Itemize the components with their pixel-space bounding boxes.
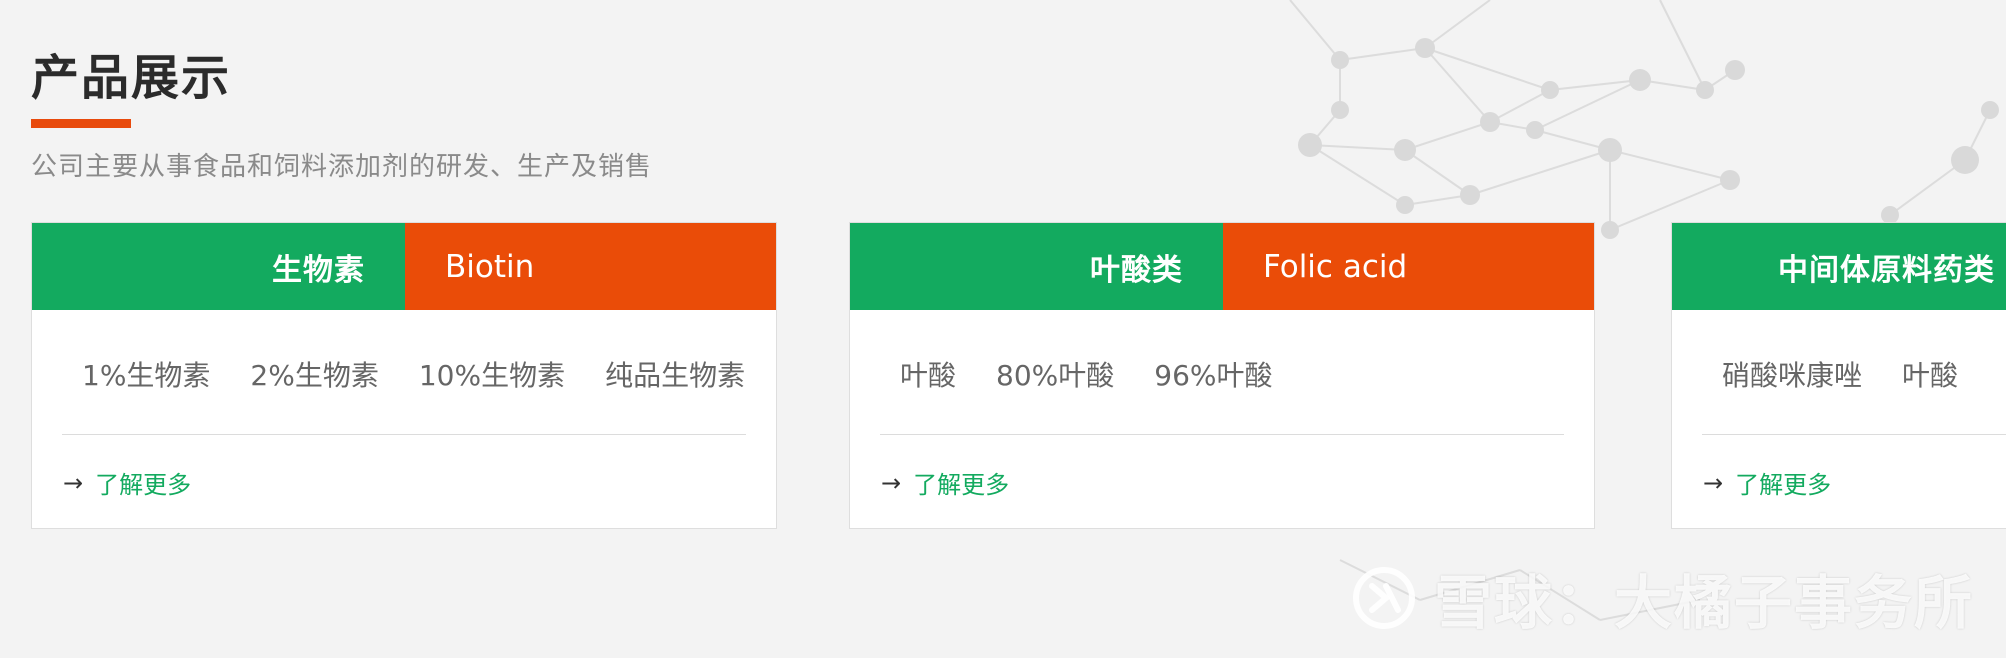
product-item[interactable]: 80%叶酸 [996, 354, 1114, 394]
product-item[interactable]: 叶酸 [900, 354, 956, 394]
card-header[interactable]: 叶酸类 Folic acid [850, 223, 1594, 310]
product-list: 叶酸 80%叶酸 96%叶酸 [850, 354, 1594, 394]
category-name-cn[interactable]: 叶酸类 [850, 223, 1223, 310]
product-item[interactable]: 纯品生物素 [605, 354, 745, 394]
product-item[interactable]: 叶酸 [1902, 354, 1958, 394]
arrow-right-icon: → [63, 468, 84, 497]
product-card-biotin: 生物素 Biotin 1%生物素 2%生物素 10%生物素 纯品生物素 → 了解… [31, 222, 777, 529]
watermark-text: 雪球：大橘子事务所 [1434, 569, 1975, 637]
divider [1702, 434, 2006, 435]
learn-more-link[interactable]: → 了解更多 [63, 465, 776, 500]
product-item[interactable]: 硝酸咪康唑 [1722, 354, 1862, 394]
xueqiu-logo-icon [1353, 567, 1415, 629]
category-name-en[interactable]: Folic acid [1223, 223, 1594, 310]
product-item[interactable]: 1%生物素 [82, 354, 210, 394]
product-list: 硝酸咪康唑 叶酸 [1672, 354, 2006, 394]
page-subtitle: 公司主要从事食品和饲料添加剂的研发、生产及销售 [31, 152, 653, 182]
section-header: 产品展示 公司主要从事食品和饲料添加剂的研发、生产及销售 [31, 45, 652, 183]
card-header[interactable]: 生物素 Biotin [32, 223, 776, 310]
product-card-folic-acid: 叶酸类 Folic acid 叶酸 80%叶酸 96%叶酸 → 了解更多 [849, 222, 1595, 529]
product-item[interactable]: 10%生物素 [419, 354, 565, 394]
product-card-intermediates: 中间体原料药类 硝酸咪康唑 叶酸 → 了解更多 [1671, 222, 2006, 529]
learn-more-link[interactable]: → 了解更多 [881, 465, 1594, 500]
arrow-right-icon: → [1703, 468, 1724, 497]
category-name-cn[interactable]: 中间体原料药类 [1672, 223, 2006, 310]
product-item[interactable]: 2%生物素 [250, 354, 378, 394]
learn-more-label: 了解更多 [95, 471, 192, 499]
title-underline [31, 119, 131, 128]
divider [62, 434, 746, 435]
arrow-right-icon: → [881, 468, 902, 497]
learn-more-label: 了解更多 [1735, 471, 1832, 499]
page-title: 产品展示 [31, 50, 232, 106]
watermark: 雪球：大橘子事务所 [1352, 556, 1974, 640]
category-name-en[interactable]: Biotin [405, 223, 776, 310]
divider [880, 434, 1564, 435]
card-header[interactable]: 中间体原料药类 [1672, 223, 2006, 310]
learn-more-label: 了解更多 [913, 471, 1010, 499]
product-item[interactable]: 96%叶酸 [1154, 354, 1272, 394]
category-name-cn[interactable]: 生物素 [32, 223, 405, 310]
product-list: 1%生物素 2%生物素 10%生物素 纯品生物素 [32, 354, 776, 394]
learn-more-link[interactable]: → 了解更多 [1703, 465, 2006, 500]
